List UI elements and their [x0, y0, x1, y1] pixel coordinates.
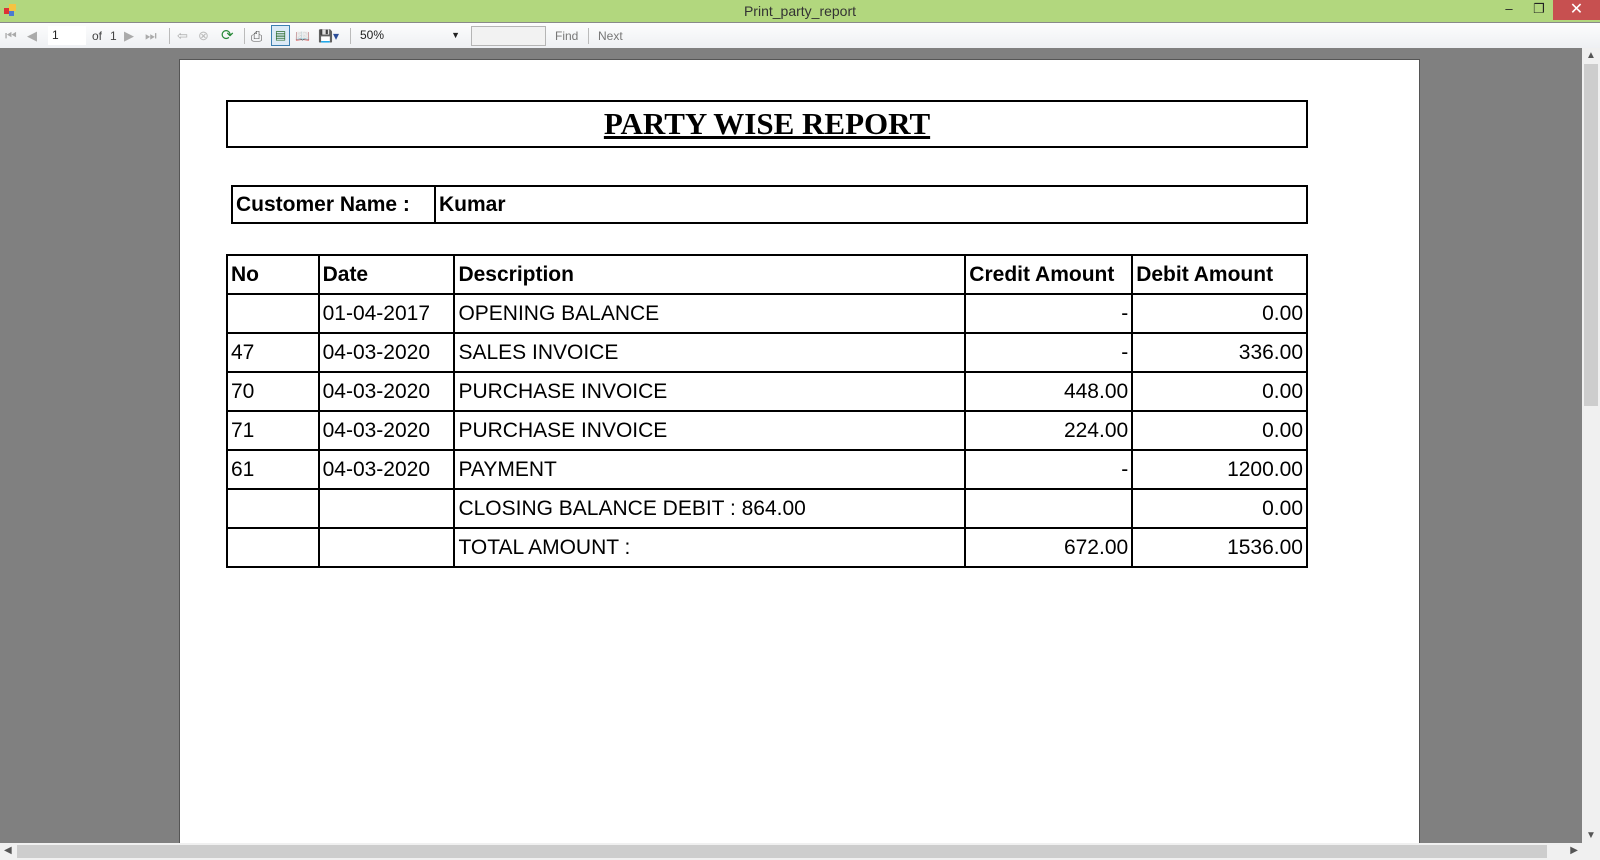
- cell-no: 71: [226, 410, 320, 451]
- customer-name: Kumar: [439, 193, 506, 216]
- cell-debit: 0.00: [1131, 488, 1308, 529]
- cell-description: SALES INVOICE: [453, 332, 967, 373]
- col-no: No: [226, 254, 320, 295]
- zoom-select[interactable]: 50% ▼: [360, 26, 460, 45]
- cell-date: 04-03-2020: [317, 332, 456, 373]
- vertical-scroll-thumb[interactable]: [1584, 64, 1598, 406]
- table-row: 61 04-03-2020 PAYMENT -1200.00: [226, 449, 1308, 490]
- col-debit: Debit Amount: [1131, 254, 1308, 295]
- window-title: Print_party_report: [743, 3, 857, 19]
- refresh-icon[interactable]: ⟳: [221, 27, 234, 45]
- vertical-scrollbar[interactable]: ▲ ▼: [1582, 48, 1600, 843]
- col-credit: Credit Amount: [964, 254, 1134, 295]
- cell-date: 04-03-2020: [317, 449, 456, 490]
- report-page: PARTY WISE REPORT Customer Name : Kumar …: [179, 59, 1420, 843]
- table-row: 47 04-03-2020 SALES INVOICE -336.00: [226, 332, 1308, 373]
- print-icon[interactable]: ⎙: [251, 27, 262, 45]
- cell-debit: 1536.00: [1131, 527, 1308, 568]
- cell-date: [317, 488, 456, 529]
- cell-description: PURCHASE INVOICE: [453, 371, 967, 412]
- table-row: 01-04-2017 OPENING BALANCE -0.00: [226, 293, 1308, 334]
- col-description: Description: [453, 254, 967, 295]
- prev-page-icon[interactable]: ◀: [27, 27, 37, 45]
- next-button[interactable]: Next: [598, 27, 623, 45]
- report-toolbar: ⏮ ◀ 1 of 1 ▶ ⏭ ⇦ ⊗ ⟳ ⎙ ▤ 📖 💾▾ 50% ▼ Find …: [0, 22, 1600, 48]
- table-row: TOTAL AMOUNT :672.00 1536.00: [226, 527, 1308, 568]
- report-viewer: PARTY WISE REPORT Customer Name : Kumar …: [0, 48, 1582, 843]
- cell-description: PAYMENT: [453, 449, 967, 490]
- customer-label: Customer Name :: [236, 187, 436, 222]
- title-bar: Print_party_report – ❐ ✕: [0, 0, 1600, 22]
- col-date: Date: [317, 254, 456, 295]
- cell-no: 47: [226, 332, 320, 373]
- cell-description: TOTAL AMOUNT :: [453, 527, 967, 568]
- cell-no: [226, 488, 320, 529]
- cell-debit: 0.00: [1131, 293, 1308, 334]
- restore-button[interactable]: ❐: [1524, 1, 1554, 21]
- page-number-input[interactable]: 1: [48, 26, 86, 45]
- last-page-icon[interactable]: ⏭: [145, 27, 157, 45]
- scroll-up-icon[interactable]: ▲: [1586, 50, 1596, 61]
- cell-credit: -: [964, 332, 1134, 373]
- cell-description: PURCHASE INVOICE: [453, 410, 967, 451]
- minimize-button[interactable]: –: [1494, 1, 1524, 21]
- cell-credit: -: [964, 449, 1134, 490]
- scroll-down-icon[interactable]: ▼: [1586, 830, 1596, 841]
- cell-credit: 224.00: [964, 410, 1134, 451]
- cell-no: 70: [226, 371, 320, 412]
- cell-date: [317, 527, 456, 568]
- horizontal-scrollbar[interactable]: ◀ ▶: [0, 843, 1582, 860]
- page-total: 1: [110, 29, 117, 43]
- cell-credit: -: [964, 293, 1134, 334]
- table-row: 71 04-03-2020 PURCHASE INVOICE 224.00 0.00: [226, 410, 1308, 451]
- report-table: No Date Description Credit Amount Debit …: [226, 254, 1308, 568]
- cell-debit: 336.00: [1131, 332, 1308, 373]
- cell-credit: [964, 488, 1134, 529]
- report-title-box: PARTY WISE REPORT: [226, 100, 1308, 148]
- cell-no: [226, 527, 320, 568]
- scroll-right-icon[interactable]: ▶: [1570, 845, 1578, 856]
- find-input[interactable]: [471, 26, 546, 46]
- report-title: PARTY WISE REPORT: [603, 106, 931, 141]
- cell-no: [226, 293, 320, 334]
- find-button[interactable]: Find: [555, 27, 578, 45]
- page-of-label: of: [92, 29, 103, 43]
- cell-description: OPENING BALANCE: [453, 293, 967, 334]
- cell-description: CLOSING BALANCE DEBIT : 864.00: [453, 488, 967, 529]
- chevron-down-icon: ▼: [451, 30, 460, 40]
- page-setup-icon[interactable]: 📖: [295, 27, 310, 45]
- export-icon[interactable]: 💾▾: [318, 27, 339, 45]
- back-icon[interactable]: ⇦: [177, 27, 188, 45]
- table-row: 70 04-03-2020 PURCHASE INVOICE 448.00 0.00: [226, 371, 1308, 412]
- cell-debit: 0.00: [1131, 371, 1308, 412]
- table-header: No Date Description Credit Amount Debit …: [226, 254, 1308, 295]
- print-layout-icon[interactable]: ▤: [271, 25, 290, 46]
- scroll-left-icon[interactable]: ◀: [4, 845, 12, 856]
- close-button[interactable]: ✕: [1553, 0, 1600, 20]
- cell-credit: 448.00: [964, 371, 1134, 412]
- horizontal-scroll-thumb[interactable]: [17, 845, 1547, 858]
- cell-date: 01-04-2017: [317, 293, 456, 334]
- customer-box: Customer Name : Kumar: [231, 185, 1308, 224]
- cell-debit: 0.00: [1131, 410, 1308, 451]
- next-page-icon[interactable]: ▶: [124, 27, 134, 45]
- stop-icon[interactable]: ⊗: [198, 27, 209, 45]
- cell-date: 04-03-2020: [317, 371, 456, 412]
- cell-credit: 672.00: [964, 527, 1134, 568]
- table-row: CLOSING BALANCE DEBIT : 864.00 0.00: [226, 488, 1308, 529]
- zoom-value: 50%: [360, 28, 385, 42]
- cell-no: 61: [226, 449, 320, 490]
- first-page-icon[interactable]: ⏮: [5, 27, 17, 45]
- cell-debit: 1200.00: [1131, 449, 1308, 490]
- cell-date: 04-03-2020: [317, 410, 456, 451]
